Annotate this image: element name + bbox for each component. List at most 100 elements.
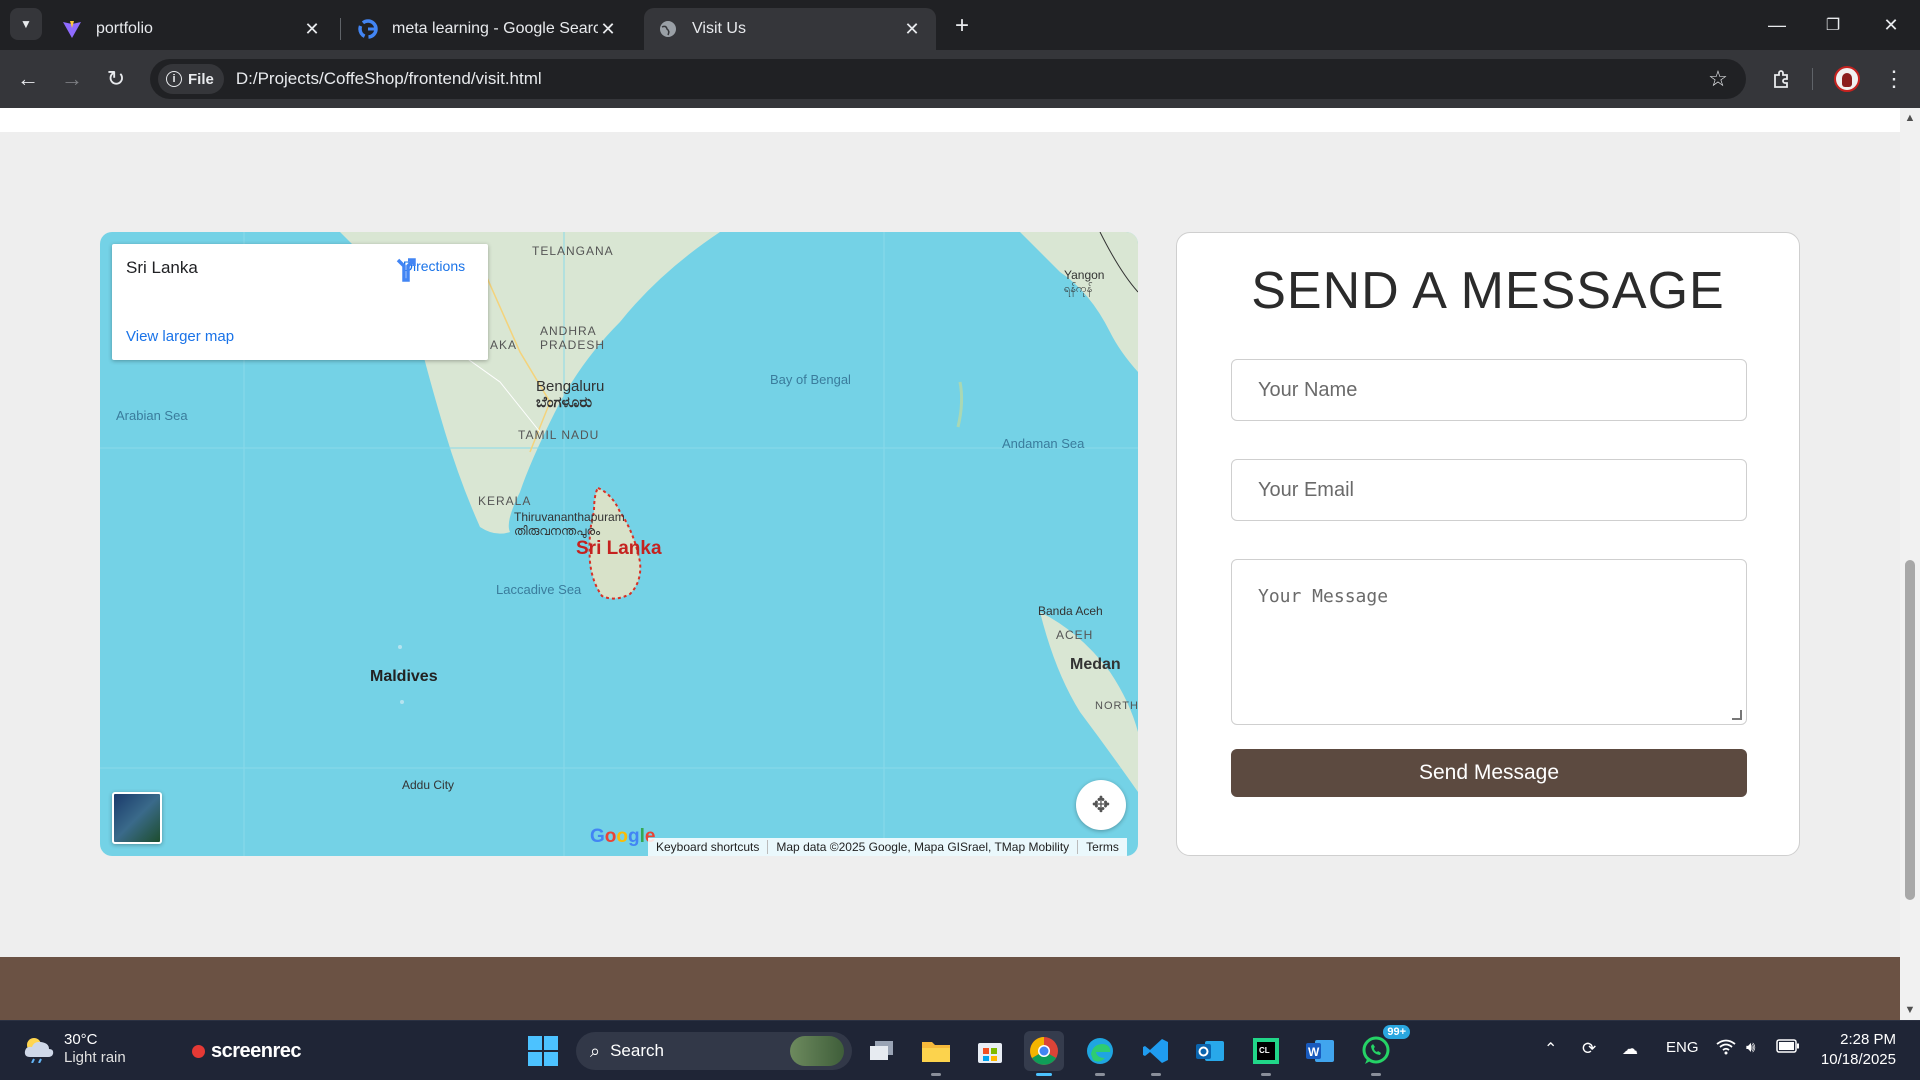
- tab-search-button[interactable]: ▼: [10, 8, 42, 40]
- scroll-down-icon[interactable]: ▼: [1904, 1004, 1916, 1016]
- rain-cloud-icon: [24, 1038, 54, 1063]
- camera-control-button[interactable]: ✥: [1076, 780, 1126, 830]
- screenrec-label: screenrec: [211, 1040, 302, 1062]
- tab-portfolio[interactable]: portfolio ✕: [48, 8, 336, 50]
- tab-google-search[interactable]: meta learning - Google Search ✕: [344, 8, 632, 50]
- start-button[interactable]: [528, 1036, 558, 1066]
- message-placeholder: Your Message: [1258, 586, 1389, 607]
- terms-link[interactable]: Terms: [1078, 840, 1127, 854]
- windows-taskbar: 30°C Light rain screenrec ⌕ Search CL W …: [0, 1020, 1920, 1080]
- send-message-button[interactable]: Send Message: [1231, 749, 1747, 797]
- map-data-attribution: Map data ©2025 Google, Mapa GISrael, TMa…: [768, 840, 1079, 854]
- resize-handle-icon[interactable]: [1732, 710, 1742, 720]
- reload-icon: ↻: [106, 66, 126, 91]
- plus-icon: +: [954, 12, 969, 39]
- file-explorer-button[interactable]: [916, 1031, 956, 1076]
- name-placeholder: Your Name: [1258, 378, 1358, 401]
- vscode-icon: [1143, 1039, 1168, 1063]
- map-label-kerala: KERALA: [478, 494, 532, 508]
- language-indicator[interactable]: ENG: [1666, 1039, 1699, 1056]
- weather-widget[interactable]: 30°C Light rain: [22, 1031, 126, 1067]
- close-window-button[interactable]: ✕: [1876, 10, 1906, 40]
- show-hidden-icons-chevron-icon[interactable]: ⌃: [1544, 1039, 1557, 1059]
- map-place-name: Sri Lanka: [126, 258, 198, 277]
- bookmark-star-icon[interactable]: ☆: [1702, 63, 1734, 95]
- running-indicator: [931, 1073, 941, 1076]
- chrome-icon: [1030, 1037, 1058, 1065]
- close-tab-icon[interactable]: ✕: [902, 19, 922, 39]
- screenrec-indicator[interactable]: screenrec: [192, 1040, 302, 1063]
- sync-icon[interactable]: ⟳: [1582, 1039, 1596, 1059]
- contact-form-card: SEND A MESSAGE Your Name Your Email Your…: [1176, 232, 1800, 856]
- restore-button[interactable]: ❐: [1818, 10, 1848, 40]
- email-input[interactable]: Your Email: [1231, 459, 1747, 521]
- restore-icon: ❐: [1825, 17, 1841, 34]
- taskbar-search[interactable]: ⌕ Search: [576, 1032, 852, 1070]
- page-header-edge: [0, 108, 1900, 132]
- tab-title: portfolio: [96, 20, 153, 37]
- satellite-toggle[interactable]: [112, 792, 162, 844]
- page-scrollbar[interactable]: ▲ ▼: [1900, 108, 1920, 1020]
- email-placeholder: Your Email: [1258, 478, 1354, 501]
- volume-icon[interactable]: 🔊︎: [1746, 1039, 1755, 1056]
- word-icon: W: [1306, 1040, 1334, 1062]
- embedded-map[interactable]: TELANGANA ANDHRA PRADESH AKA Bengaluru ಬ…: [100, 232, 1138, 856]
- map-label-yangon-local: ရန်ကုန်: [1064, 283, 1093, 295]
- map-label-sri-lanka: Sri Lanka: [576, 538, 662, 559]
- windows-logo-icon: [544, 1036, 558, 1050]
- minimize-button[interactable]: —: [1762, 10, 1792, 40]
- map-label-laccadive-sea: Laccadive Sea: [496, 582, 582, 597]
- scheme-label: File: [188, 70, 214, 88]
- taskbar-search-label: Search: [610, 1041, 664, 1060]
- extensions-puzzle-icon[interactable]: [1766, 63, 1798, 95]
- microsoft-store-button[interactable]: [970, 1031, 1010, 1071]
- whatsapp-icon: [1362, 1036, 1390, 1064]
- chrome-button[interactable]: [1024, 1031, 1064, 1076]
- back-button[interactable]: ←: [12, 63, 44, 95]
- forward-button[interactable]: →: [56, 63, 88, 95]
- map-label-banda-aceh: Banda Aceh: [1038, 604, 1103, 618]
- close-tab-icon[interactable]: ✕: [598, 19, 618, 39]
- weather-condition: Light rain: [64, 1049, 126, 1066]
- reload-button[interactable]: ↻: [100, 63, 132, 95]
- windows-logo-icon: [528, 1052, 542, 1066]
- site-info-chip[interactable]: i File: [158, 64, 224, 94]
- map-label-bay-of-bengal: Bay of Bengal: [770, 372, 851, 387]
- new-tab-button[interactable]: +: [948, 12, 976, 40]
- clion-icon: CL: [1253, 1038, 1279, 1064]
- view-larger-map-link[interactable]: View larger map: [126, 328, 234, 345]
- map-label-thiruvananthapuram-local: തിരുവനന്തപുരം: [514, 524, 601, 538]
- system-clock[interactable]: 2:28 PM 10/18/2025: [1812, 1030, 1896, 1070]
- word-button[interactable]: W: [1300, 1031, 1340, 1071]
- outlook-button[interactable]: [1190, 1031, 1230, 1071]
- cloud-offline-icon[interactable]: ☁: [1622, 1039, 1638, 1059]
- close-tab-icon[interactable]: ✕: [302, 19, 322, 39]
- menu-kebab-icon[interactable]: ⋮: [1878, 63, 1910, 95]
- scroll-up-icon[interactable]: ▲: [1904, 112, 1916, 124]
- scroll-thumb[interactable]: [1905, 560, 1915, 900]
- clion-button[interactable]: CL: [1246, 1031, 1286, 1076]
- page-viewport: TELANGANA ANDHRA PRADESH AKA Bengaluru ಬ…: [0, 108, 1900, 1020]
- map-label-thiruvananthapuram: Thiruvananthapuram: [514, 510, 625, 524]
- map-label-addu-city: Addu City: [402, 778, 455, 792]
- edge-button[interactable]: [1080, 1031, 1120, 1076]
- wifi-icon[interactable]: [1716, 1039, 1736, 1060]
- directions-link[interactable]: Directions: [394, 258, 474, 282]
- search-icon: ⌕: [590, 1040, 601, 1061]
- tab-visit-us[interactable]: Visit Us ✕: [644, 8, 936, 50]
- address-bar[interactable]: i File D:/Projects/CoffeShop/frontend/vi…: [150, 59, 1746, 99]
- tab-strip: ▼ portfolio ✕ meta learning - Google Sea…: [0, 0, 1920, 50]
- url-text[interactable]: D:/Projects/CoffeShop/frontend/visit.htm…: [236, 69, 1702, 89]
- name-input[interactable]: Your Name: [1231, 359, 1747, 421]
- battery-icon[interactable]: [1776, 1039, 1800, 1057]
- task-view-button[interactable]: [862, 1031, 902, 1071]
- arrow-left-icon: ←: [17, 66, 39, 91]
- profile-avatar[interactable]: [1834, 66, 1860, 92]
- map-label-pradesh: PRADESH: [540, 338, 606, 352]
- keyboard-shortcuts-link[interactable]: Keyboard shortcuts: [648, 840, 769, 854]
- page-footer: [0, 957, 1900, 1020]
- map-label-aceh: ACEH: [1056, 628, 1094, 642]
- whatsapp-button[interactable]: 99+: [1356, 1025, 1410, 1076]
- vscode-button[interactable]: [1136, 1031, 1176, 1076]
- message-textarea[interactable]: Your Message: [1231, 559, 1747, 725]
